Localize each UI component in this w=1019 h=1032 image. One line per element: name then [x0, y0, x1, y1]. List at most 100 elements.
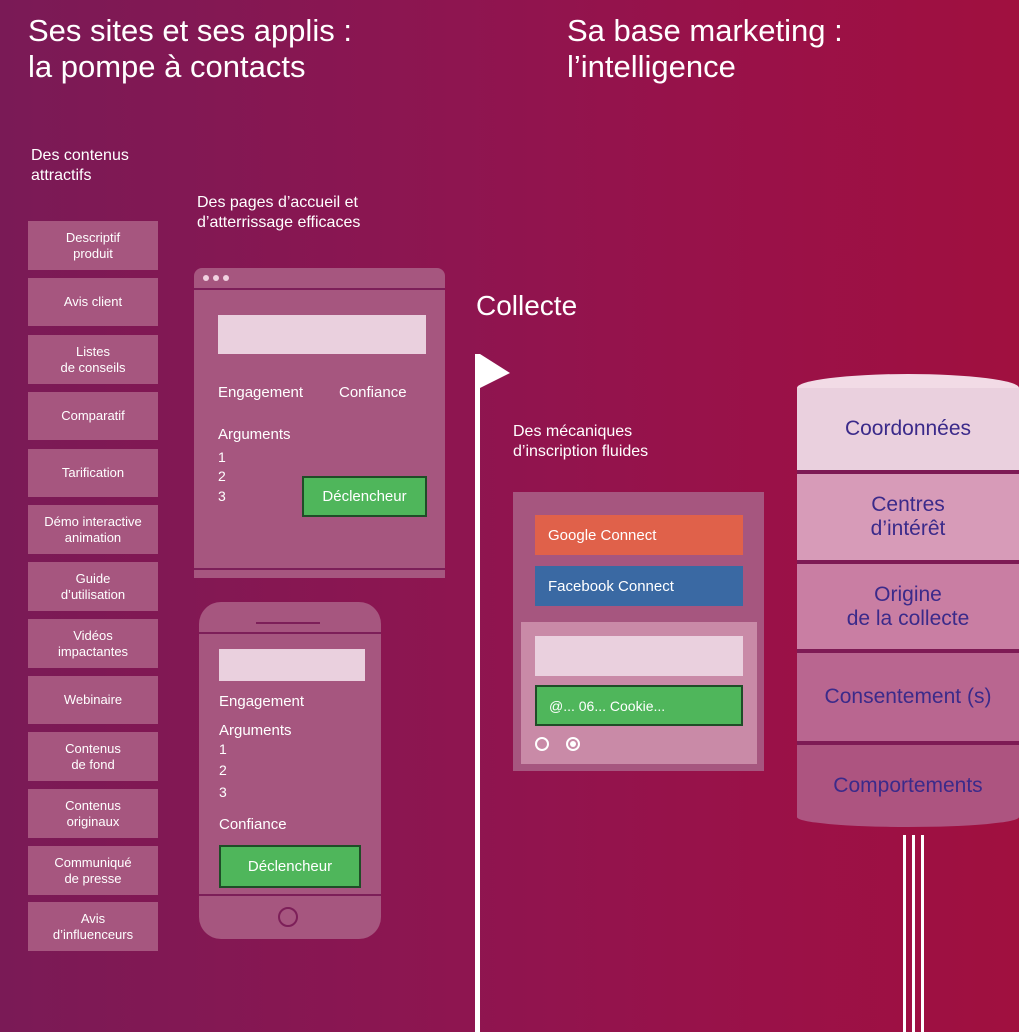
content-item: Contenus de fond: [28, 732, 158, 781]
database-segment-label: Origine: [874, 582, 942, 606]
signup-label-line2: d’inscription fluides: [513, 443, 649, 460]
window-dot-icon: [203, 275, 209, 281]
desktop-arg-3: 3: [218, 488, 226, 504]
content-item-line2: produit: [73, 245, 113, 261]
mobile-page-mockup: Engagement Arguments 1 2 3 Confiance Déc…: [199, 602, 381, 939]
desktop-page-mockup: Engagement Confiance Arguments 1 2 3 Déc…: [194, 268, 445, 578]
content-item: Listes de conseils: [28, 335, 158, 384]
database-segment-label: Consentement (s): [824, 685, 992, 708]
database-pipe-right: [921, 835, 924, 1032]
mobile-arguments: Arguments: [219, 722, 292, 739]
content-item-line1: Avis: [80, 910, 106, 926]
database-segment-comportements: Comportements: [797, 745, 1019, 827]
landing-label-line2: d’atterrissage efficaces: [197, 214, 361, 231]
content-item: Guide d’utilisation: [28, 562, 158, 611]
content-item-line1: Descriptif: [65, 229, 121, 245]
desktop-engagement: Engagement: [218, 384, 304, 401]
desktop-form-field: [218, 315, 426, 354]
database-pipe-middle: [912, 835, 915, 1032]
database-segment-label: Comportements: [833, 774, 983, 797]
content-item: Avis client: [28, 278, 158, 326]
content-item-line2: de fond: [71, 756, 115, 772]
content-item: Démo interactive animation: [28, 505, 158, 554]
content-item-line2: animation: [64, 529, 122, 545]
database-segment-label: Coordonnées: [844, 417, 972, 440]
window-dot-icon: [223, 275, 229, 281]
content-item: Webinaire: [28, 676, 158, 724]
content-item-line2: de presse: [64, 870, 122, 886]
content-item: Contenus originaux: [28, 789, 158, 838]
google-connect-button: Google Connect: [535, 515, 743, 555]
contents-label-line2: attractifs: [31, 167, 92, 184]
facebook-connect-button: Facebook Connect: [535, 566, 743, 606]
content-item: Comparatif: [28, 392, 158, 440]
mobile-arg-3: 3: [219, 784, 227, 800]
signup-submit-button: @... 06... Cookie...: [535, 685, 743, 726]
mobile-trigger-button: Déclencheur: [219, 845, 361, 888]
home-button-icon: [278, 907, 298, 927]
database-segment-label-line2: d’intérêt: [870, 517, 946, 540]
content-item-line2: impactantes: [57, 643, 129, 659]
database-pipe-left: [903, 835, 906, 1032]
content-item: Avis d’influenceurs: [28, 902, 158, 951]
sites-heading-line1: Ses sites et ses applis :: [28, 13, 352, 48]
mobile-arg-2: 2: [219, 762, 227, 778]
signup-label-line1: Des mécaniques: [513, 423, 633, 440]
database-segment-label-line2: de la collecte: [846, 606, 970, 630]
desktop-arg-1: 1: [218, 449, 226, 465]
mobile-form-field: [219, 649, 365, 681]
radio-dot: [570, 741, 576, 747]
flag-icon: [475, 354, 510, 1032]
radio-checked-icon: [566, 737, 580, 751]
phone-bottom-line: [199, 894, 381, 896]
mobile-engagement: Engagement: [219, 693, 305, 710]
collecte-title: Collecte: [476, 290, 578, 321]
content-item: Vidéos impactantes: [28, 619, 158, 668]
content-item-line2: de conseils: [60, 359, 126, 375]
desktop-arguments: Arguments: [218, 426, 291, 443]
landing-label: Des pages d’accueil et d’atterrissage ef…: [197, 193, 360, 233]
contents-label: Des contenus attractifs: [31, 146, 129, 186]
content-item: Communiqué de presse: [28, 846, 158, 895]
base-heading: Sa base marketing : l’intelligence: [567, 13, 843, 85]
flag-pole: [475, 354, 480, 1032]
radio-unchecked-icon: [535, 737, 549, 751]
landing-label-line1: Des pages d’accueil et: [197, 194, 358, 211]
database-segment-interets: Centres d’intérêt: [797, 474, 1019, 560]
content-item-line2: d’utilisation: [60, 586, 126, 602]
desktop-arg-2: 2: [218, 468, 226, 484]
phone-speaker: [256, 622, 320, 624]
database-segment-consentement: Consentement (s): [797, 653, 1019, 741]
content-item: Tarification: [28, 449, 158, 497]
database-segment-label: Centres: [871, 493, 945, 516]
content-item-line2: originaux: [66, 813, 120, 829]
sites-heading-line2: la pompe à contacts: [28, 49, 306, 84]
desktop-confiance: Confiance: [339, 384, 407, 401]
content-item-line1: Listes: [76, 343, 110, 359]
sites-heading: Ses sites et ses applis : la pompe à con…: [28, 13, 352, 85]
content-item-line1: Tarification: [61, 465, 125, 480]
window-dot-icon: [213, 275, 219, 281]
content-item-line1: Webinaire: [63, 692, 123, 707]
base-heading-line1: Sa base marketing :: [567, 13, 843, 48]
database-segment-origine: Origine de la collecte: [797, 564, 1019, 649]
content-item-line1: Vidéos: [73, 627, 113, 643]
content-item-line2: d’influenceurs: [52, 926, 134, 942]
mobile-confiance: Confiance: [219, 816, 287, 833]
browser-title-bar: [194, 268, 445, 290]
content-item-line1: Communiqué: [54, 854, 132, 870]
flag-pennant: [480, 354, 510, 388]
mobile-arg-1: 1: [219, 741, 227, 757]
content-item-line1: Contenus: [65, 740, 121, 756]
phone-top-line: [199, 632, 381, 634]
contents-label-line1: Des contenus: [31, 147, 129, 164]
desktop-trigger-button: Déclencheur: [302, 476, 427, 517]
content-item-line1: Démo interactive: [44, 513, 142, 529]
content-item-line1: Comparatif: [61, 408, 125, 423]
database-segment-coordonnees: Coordonnées: [797, 388, 1019, 470]
desktop-footer-line: [194, 568, 445, 570]
signup-input-field: [535, 636, 743, 676]
content-item-line1: Avis client: [63, 294, 123, 309]
content-item-line1: Guide: [75, 570, 111, 586]
content-item: Descriptif produit: [28, 221, 158, 270]
